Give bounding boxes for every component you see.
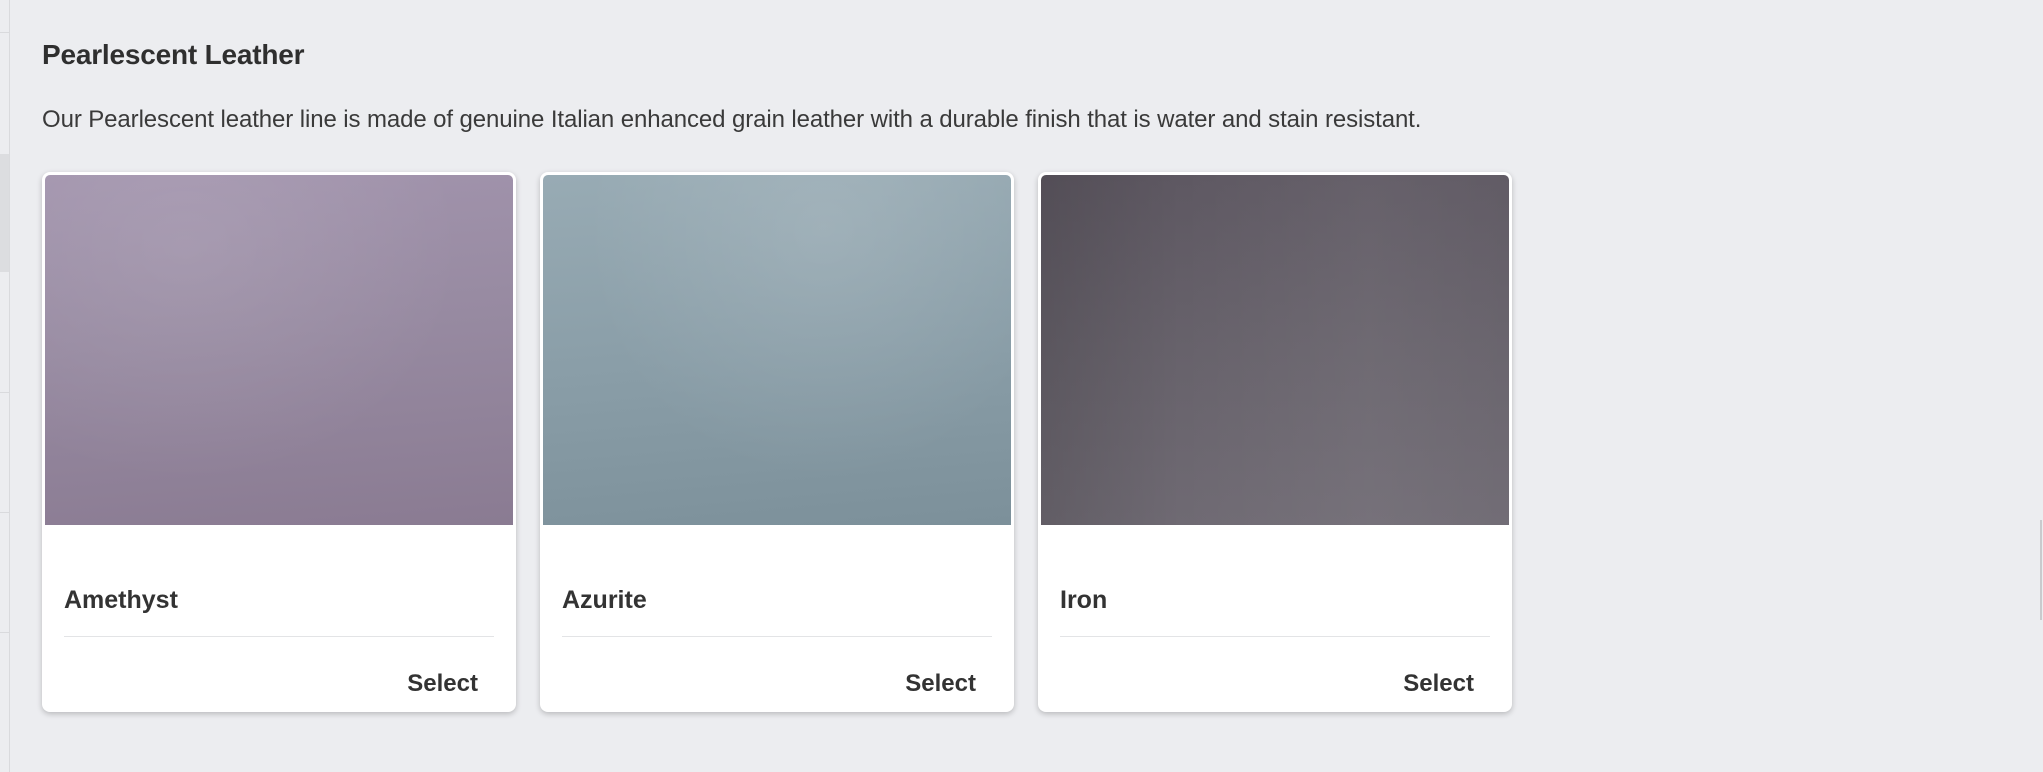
- scroll-edge: [2040, 520, 2042, 620]
- select-button[interactable]: Select: [407, 668, 478, 700]
- left-rail: [0, 0, 10, 772]
- rail-divider: [0, 392, 9, 393]
- swatch-image[interactable]: [45, 175, 513, 525]
- swatch-card-amethyst[interactable]: Amethyst Select: [42, 172, 516, 712]
- rail-selected-item[interactable]: [0, 154, 9, 272]
- swatch-image[interactable]: [543, 175, 1011, 525]
- card-divider: [64, 636, 494, 637]
- select-button[interactable]: Select: [1403, 668, 1474, 700]
- rail-divider: [0, 632, 9, 633]
- rail-divider: [0, 512, 9, 513]
- section-title: Pearlescent Leather: [42, 39, 305, 70]
- rail-divider: [0, 32, 9, 33]
- swatch-name: Amethyst: [64, 586, 178, 614]
- swatch-card-list: Amethyst Select Azurite Select Iron Sele…: [42, 172, 1512, 712]
- swatch-card-azurite[interactable]: Azurite Select: [540, 172, 1014, 712]
- select-button[interactable]: Select: [905, 668, 976, 700]
- section-description: Our Pearlescent leather line is made of …: [42, 106, 1422, 133]
- swatch-card-iron[interactable]: Iron Select: [1038, 172, 1512, 712]
- card-divider: [562, 636, 992, 637]
- leather-section: Pearlescent Leather Our Pearlescent leat…: [42, 36, 2002, 712]
- card-divider: [1060, 636, 1490, 637]
- swatch-name: Azurite: [562, 586, 647, 614]
- swatch-image[interactable]: [1041, 175, 1509, 525]
- swatch-name: Iron: [1060, 586, 1108, 614]
